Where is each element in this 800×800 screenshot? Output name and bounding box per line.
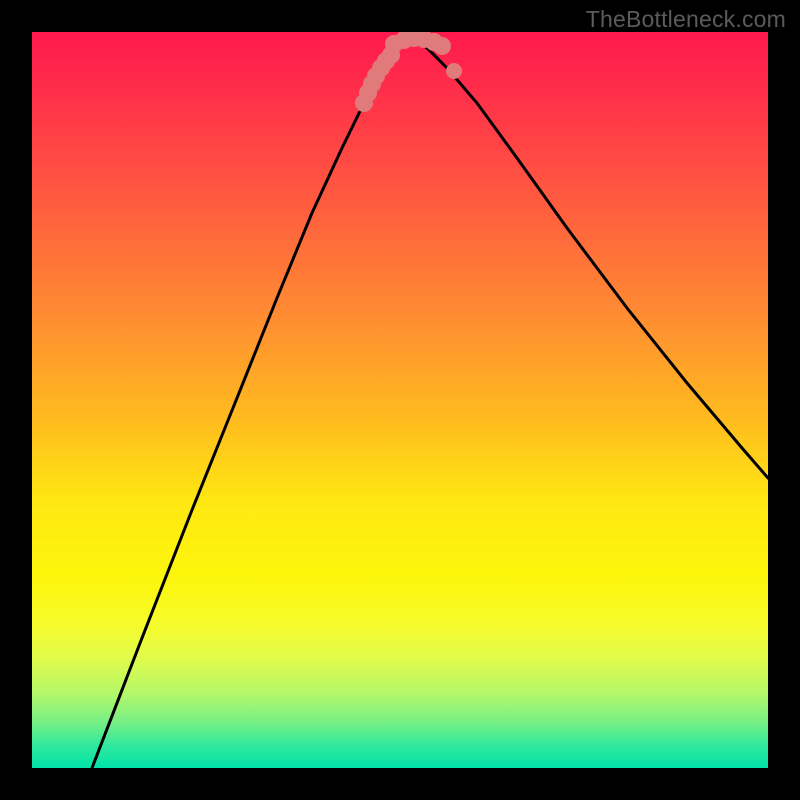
data-marker — [446, 63, 462, 79]
curve-right — [410, 38, 768, 478]
chart-svg — [32, 32, 768, 768]
watermark-text: TheBottleneck.com — [586, 6, 786, 33]
curve-left — [92, 38, 410, 768]
data-marker — [433, 37, 451, 55]
outer-frame: TheBottleneck.com — [0, 0, 800, 800]
marker-group — [355, 32, 462, 112]
plot-area — [32, 32, 768, 768]
